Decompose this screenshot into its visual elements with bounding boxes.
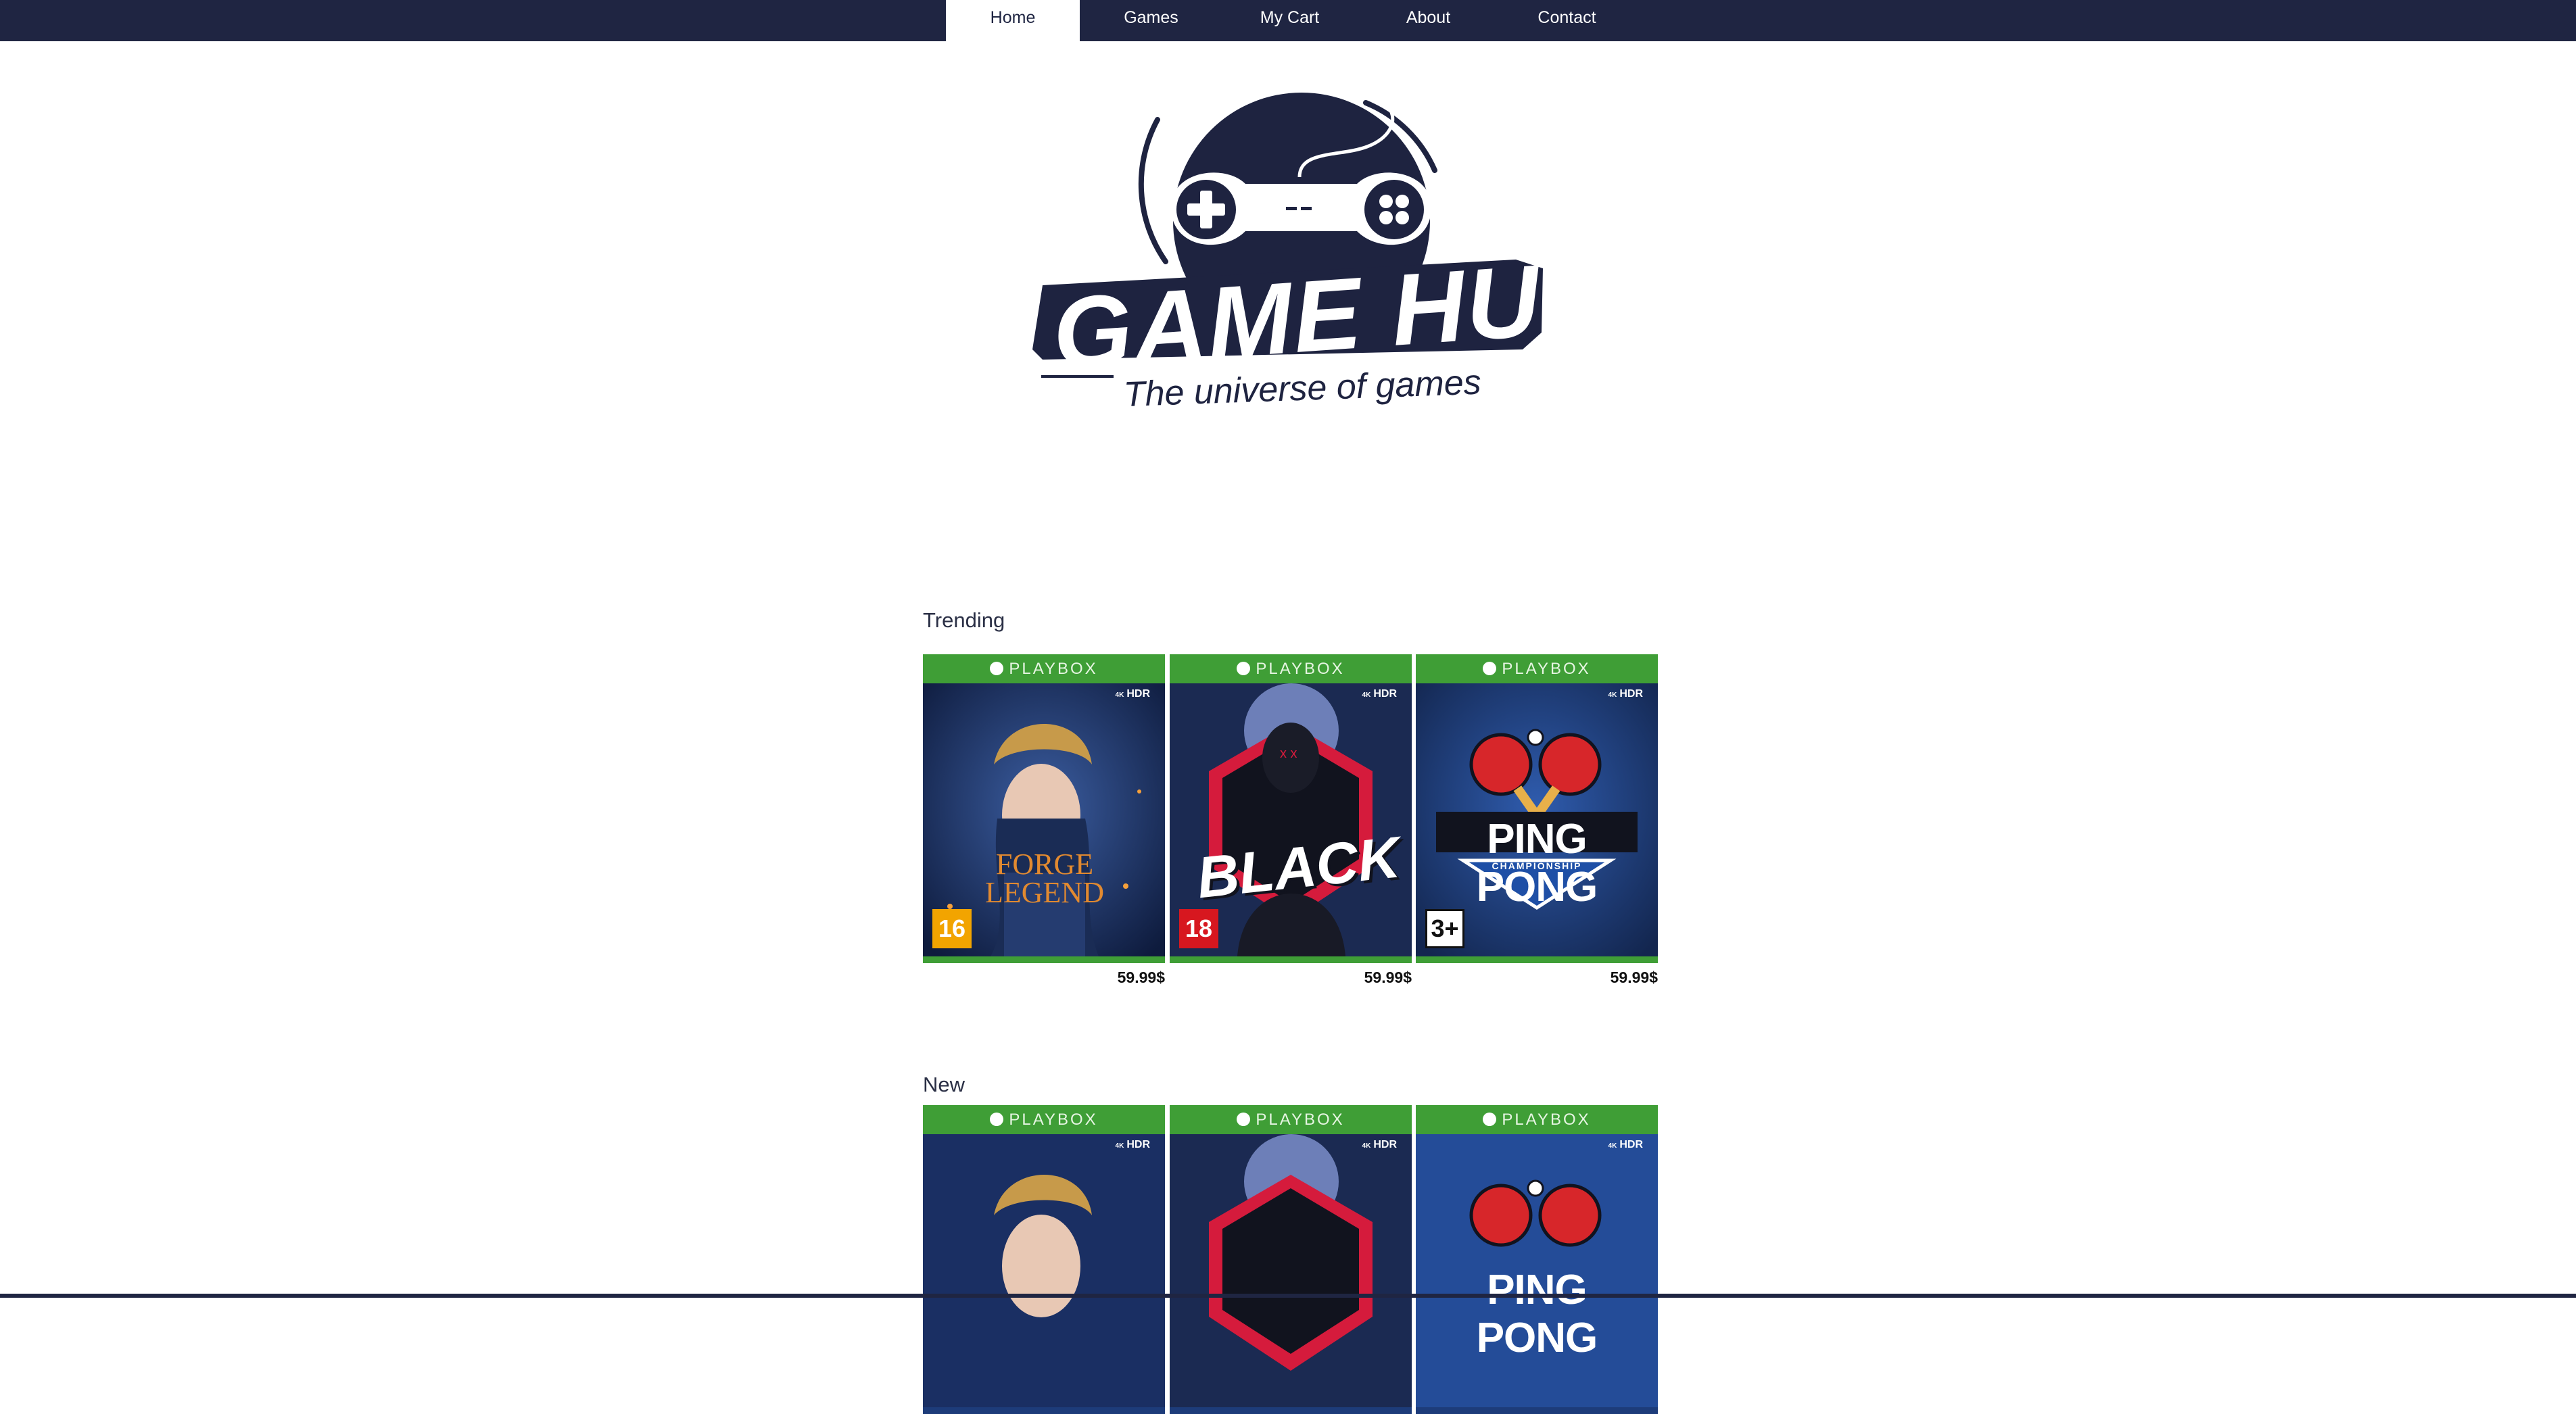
game-card[interactable]: PLAYBOX x x 4K HDR BLACK 18 59.99$ [1170, 654, 1412, 987]
game-cover-forge-legend[interactable]: PLAYBOX 4K HDR [923, 1105, 1165, 1414]
game-cover-ping-pong[interactable]: PLAYBOX 4K HDR PING PONG [1416, 1105, 1658, 1414]
nav-home-link[interactable]: Home [946, 0, 1080, 41]
cover-title: PING PONG [1476, 1267, 1598, 1361]
age-rating-badge: 3+ [1425, 909, 1464, 948]
age-rating-badge: 18 [1179, 909, 1218, 948]
age-rating-badge: 16 [932, 909, 972, 948]
platform-label: PLAYBOX [1502, 660, 1591, 678]
platform-band: PLAYBOX [1416, 1105, 1658, 1134]
cover-subtitle: CHAMPIONSHIP [1492, 860, 1582, 871]
game-card[interactable]: PLAYBOX 4K HDR PING PONG CHAMPIONSHIP 3+ … [1416, 654, 1658, 987]
platform-label: PLAYBOX [1502, 1111, 1591, 1129]
game-cover-black[interactable]: PLAYBOX 4K HDR [1170, 1105, 1412, 1414]
hdr-badge: 4K HDR [1115, 688, 1150, 700]
hdr-badge: 4K HDR [1608, 1139, 1643, 1150]
platform-band: PLAYBOX [923, 1105, 1165, 1134]
game-card[interactable]: PLAYBOX 4K HDR FORGE LEGEND 16 59.99$ [923, 654, 1165, 987]
cover-bottom-strip [923, 956, 1165, 963]
cover-title: FORGE LEGEND [985, 848, 1104, 909]
hdr-badge: 4K HDR [1115, 1139, 1150, 1150]
game-price: 59.99$ [1117, 969, 1165, 986]
nav-cart-link[interactable]: My Cart [1220, 0, 1359, 41]
playbox-logo-icon [1483, 1112, 1497, 1126]
game-hub-logo: GAME HUB The universe of games [1032, 93, 1550, 414]
top-navigation: Home Games My Cart About Contact [0, 0, 2576, 41]
playbox-logo-icon [1237, 1112, 1251, 1126]
cover-bottom-strip [1170, 956, 1412, 963]
black-artwork [1170, 1134, 1412, 1407]
cover-bottom-strip [1416, 956, 1658, 963]
playbox-logo-icon [1237, 661, 1251, 675]
game-cover-black[interactable]: PLAYBOX x x 4K HDR BLACK 18 [1170, 654, 1412, 963]
platform-label: PLAYBOX [1009, 1111, 1098, 1129]
forge-legend-artwork [923, 1134, 1165, 1407]
section-title-new: New [923, 1073, 965, 1096]
game-card[interactable]: PLAYBOX 4K HDR [1170, 1105, 1412, 1414]
nav-contact-link[interactable]: Contact [1498, 0, 1636, 41]
svg-text:x x: x x [1280, 746, 1297, 761]
game-price: 59.99$ [1364, 969, 1412, 986]
playbox-logo-icon [990, 661, 1004, 675]
game-price: 59.99$ [1610, 969, 1658, 986]
game-card[interactable]: PLAYBOX 4K HDR [923, 1105, 1165, 1414]
platform-band: PLAYBOX [1170, 1105, 1412, 1134]
platform-band: PLAYBOX [1416, 654, 1658, 683]
hdr-badge: 4K HDR [1608, 688, 1643, 700]
platform-label: PLAYBOX [1256, 1111, 1345, 1129]
nav-about-link[interactable]: About [1359, 0, 1498, 41]
page-bottom-border [0, 1294, 2576, 1298]
nav-games-link[interactable]: Games [1082, 0, 1220, 41]
playbox-logo-icon [1483, 661, 1497, 675]
platform-band: PLAYBOX [923, 654, 1165, 683]
game-cover-ping-pong[interactable]: PLAYBOX 4K HDR PING PONG CHAMPIONSHIP 3+ [1416, 654, 1658, 963]
hdr-badge: 4K HDR [1362, 1139, 1397, 1150]
platform-label: PLAYBOX [1009, 660, 1098, 678]
platform-label: PLAYBOX [1256, 660, 1345, 678]
playbox-logo-icon [990, 1112, 1004, 1126]
hdr-badge: 4K HDR [1362, 688, 1397, 700]
platform-band: PLAYBOX [1170, 654, 1412, 683]
section-title-trending: Trending [923, 608, 1005, 632]
game-cover-forge-legend[interactable]: PLAYBOX 4K HDR FORGE LEGEND 16 [923, 654, 1165, 963]
game-card[interactable]: PLAYBOX 4K HDR PING PONG [1416, 1105, 1658, 1414]
